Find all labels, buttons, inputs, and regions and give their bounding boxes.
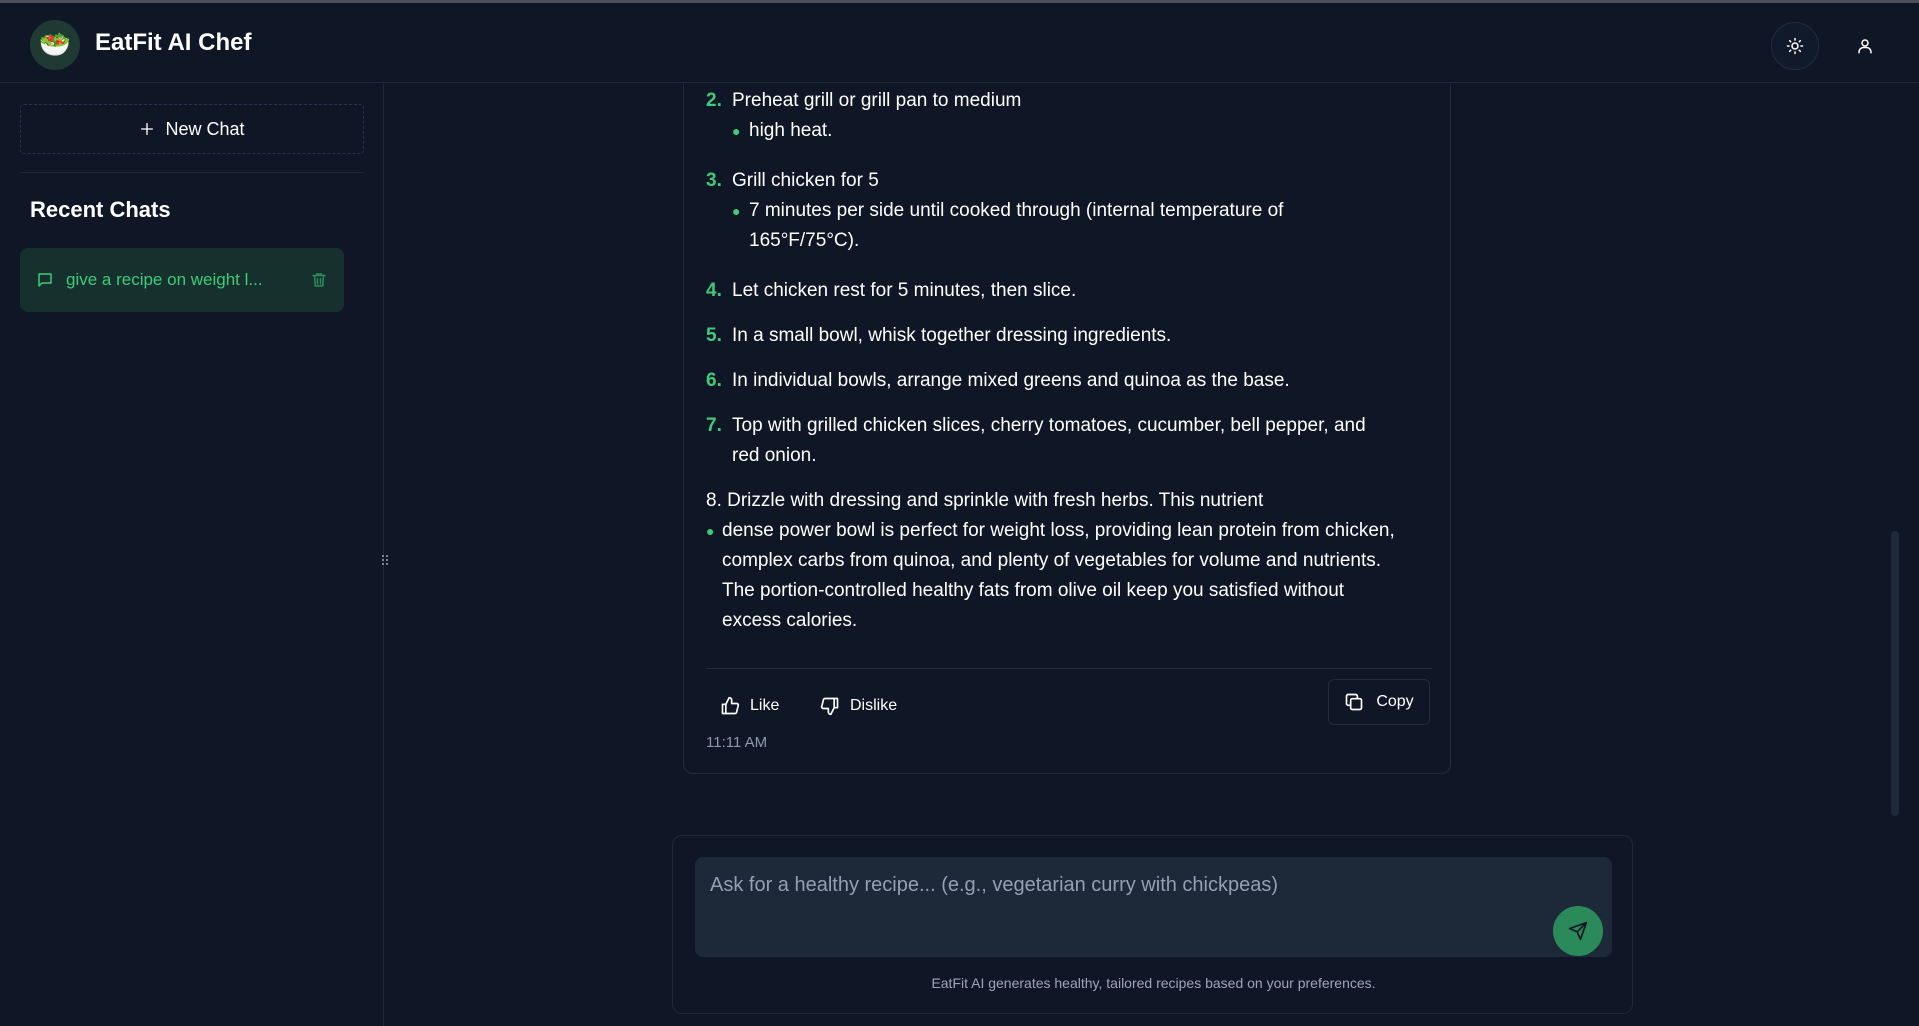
message-timestamp: 11:11 AM bbox=[706, 734, 768, 751]
step-subtext: 7 minutes per side until cooked through … bbox=[749, 200, 1284, 221]
step-text: Grill chicken for 5 bbox=[732, 170, 879, 191]
bullet-dot: ● bbox=[732, 123, 741, 139]
bullet-dot: ● bbox=[706, 523, 715, 539]
new-chat-label: New Chat bbox=[165, 118, 245, 139]
grip-icon bbox=[382, 555, 388, 565]
step-number: 7. bbox=[706, 415, 722, 436]
step-subtext: high heat. bbox=[749, 120, 833, 141]
dislike-label: Dislike bbox=[850, 697, 898, 714]
step-text: Preheat grill or grill pan to medium bbox=[732, 90, 1022, 111]
new-chat-button[interactable]: New Chat bbox=[20, 104, 364, 154]
step-number: 2. bbox=[706, 90, 722, 111]
step-text: Let chicken rest for 5 minutes, then sli… bbox=[732, 280, 1077, 301]
final-bullet-text: complex carbs from quinoa, and plenty of… bbox=[722, 550, 1382, 571]
final-bullet-text: The portion-controlled healthy fats from… bbox=[722, 580, 1345, 601]
send-icon bbox=[1568, 921, 1588, 941]
final-step-text: 8. Drizzle with dressing and sprinkle wi… bbox=[706, 490, 1264, 511]
sun-icon bbox=[1786, 37, 1804, 55]
step-text: In individual bowls, arrange mixed green… bbox=[732, 370, 1290, 391]
salad-bowl-icon: 🥗 bbox=[38, 30, 72, 60]
app-title: EatFit AI Chef bbox=[95, 29, 252, 56]
sidebar-divider bbox=[20, 172, 364, 173]
user-profile-button[interactable] bbox=[1841, 22, 1889, 70]
recent-chat-label: give a recipe on weight l... bbox=[66, 270, 263, 289]
app-logo: 🥗 bbox=[30, 20, 80, 70]
copy-icon bbox=[1345, 693, 1363, 711]
recent-chat-item[interactable]: give a recipe on weight l... bbox=[20, 248, 344, 312]
recent-chats-heading: Recent Chats bbox=[30, 197, 171, 222]
final-bullet-text: excess calories. bbox=[722, 610, 858, 631]
message-icon bbox=[38, 273, 52, 287]
thumbs-down-icon bbox=[820, 697, 839, 716]
user-icon bbox=[1858, 39, 1872, 54]
sidebar: New Chat Recent Chats give a recipe on w… bbox=[0, 84, 384, 1026]
theme-toggle-button[interactable] bbox=[1771, 22, 1819, 70]
message-composer: EatFit AI generates healthy, tailored re… bbox=[672, 835, 1633, 1014]
prompt-input[interactable] bbox=[695, 857, 1612, 957]
plus-icon bbox=[141, 123, 154, 135]
composer-disclaimer: EatFit AI generates healthy, tailored re… bbox=[931, 975, 1376, 991]
step-text: Top with grilled chicken slices, cherry … bbox=[732, 415, 1366, 436]
step-number: 6. bbox=[706, 370, 722, 391]
dislike-button[interactable]: Dislike bbox=[820, 689, 897, 723]
step-text-continued: red onion. bbox=[732, 445, 817, 466]
step-number: 3. bbox=[706, 170, 722, 191]
trash-icon[interactable] bbox=[310, 271, 328, 289]
chat-scrollbar[interactable] bbox=[1891, 531, 1899, 816]
step-subtext: 165°F/75°C). bbox=[749, 230, 860, 251]
step-text: In a small bowl, whisk together dressing… bbox=[732, 325, 1172, 346]
like-button[interactable]: Like bbox=[720, 689, 779, 723]
sidebar-resize-handle[interactable] bbox=[380, 553, 390, 567]
step-number: 4. bbox=[706, 280, 722, 301]
like-label: Like bbox=[750, 697, 780, 714]
copy-label: Copy bbox=[1376, 693, 1414, 710]
send-button[interactable] bbox=[1553, 906, 1603, 956]
copy-button[interactable]: Copy bbox=[1328, 679, 1430, 725]
message-divider bbox=[706, 668, 1432, 669]
final-bullet-text: dense power bowl is perfect for weight l… bbox=[722, 520, 1395, 541]
prompt-input-box bbox=[695, 857, 1612, 957]
app-header: 🥗 EatFit AI Chef bbox=[0, 3, 1919, 83]
thumbs-up-icon bbox=[721, 696, 740, 715]
assistant-message-card: 2. Preheat grill or grill pan to medium … bbox=[683, 84, 1451, 774]
step-number: 5. bbox=[706, 325, 722, 346]
bullet-dot: ● bbox=[732, 203, 741, 219]
